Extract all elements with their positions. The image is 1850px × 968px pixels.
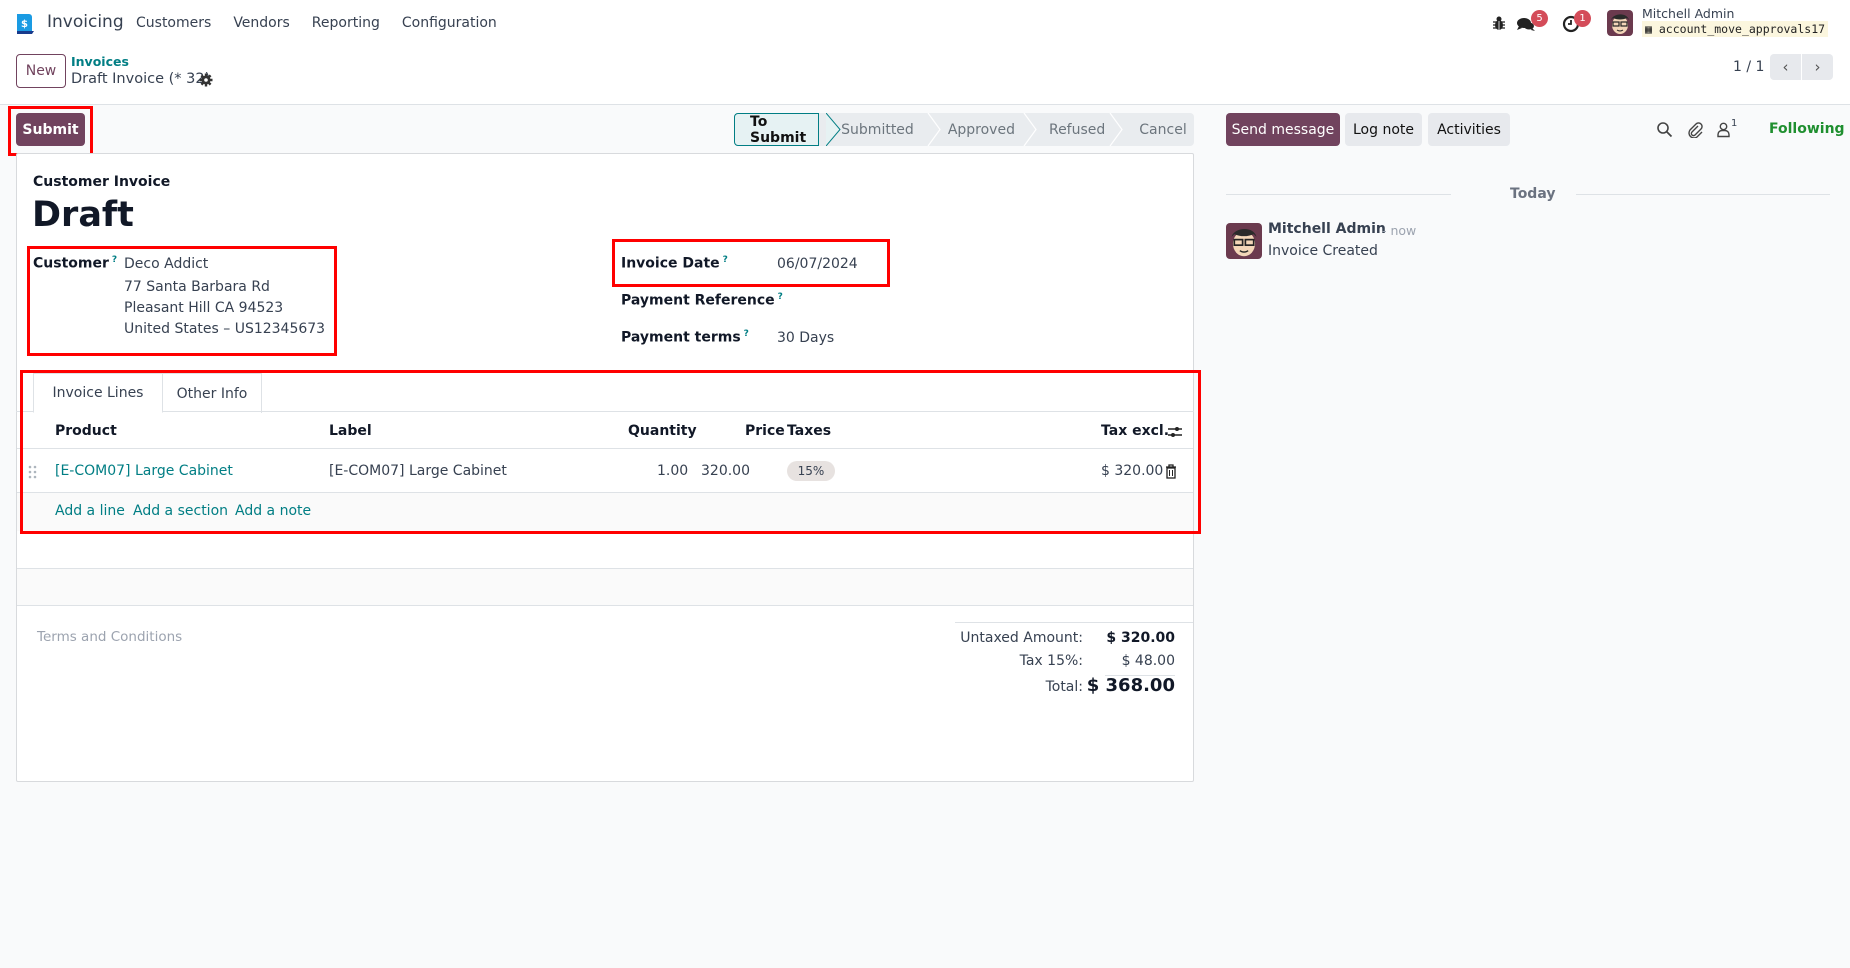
debug-bug-icon[interactable] — [1488, 12, 1510, 34]
messages-badge: 5 — [1531, 10, 1548, 27]
payment-terms-label-text: Payment terms — [621, 329, 741, 346]
tax-value: $ 48.00 — [1121, 653, 1175, 669]
gear-icon[interactable] — [199, 73, 213, 87]
stage-separators — [826, 113, 1123, 146]
chevron-right-icon: › — [1814, 58, 1821, 76]
invoice-state-title: Draft — [32, 195, 134, 235]
divider — [955, 622, 1193, 623]
tab-invoice-lines[interactable]: Invoice Lines — [33, 373, 163, 413]
user-name[interactable]: Mitchell Admin — [1642, 6, 1734, 21]
divider — [17, 448, 1193, 449]
column-tax-excl[interactable]: Tax excl. — [1101, 423, 1169, 439]
customer-label: Customer? — [33, 255, 117, 272]
customer-field[interactable]: Deco Addict — [124, 256, 208, 272]
invoice-date-field[interactable]: 06/07/2024 — [777, 256, 858, 272]
message-body: Invoice Created — [1268, 243, 1378, 259]
payment-terms-label: Payment terms? — [621, 329, 749, 346]
add-note-link[interactable]: Add a note — [235, 503, 311, 519]
optional-columns-toggle-icon[interactable] — [1167, 424, 1183, 440]
help-icon[interactable]: ? — [723, 255, 728, 265]
customer-address-line: United States – US12345673 — [124, 321, 326, 337]
log-note-button[interactable]: Log note — [1345, 113, 1422, 146]
database-name-text: account_move_approvals17 — [1658, 22, 1826, 36]
customer-address-line: Pleasant Hill CA 94523 — [124, 300, 284, 316]
following-button[interactable]: Following — [1769, 121, 1845, 137]
help-icon[interactable]: ? — [112, 255, 117, 265]
payment-reference-label-text: Payment Reference — [621, 292, 775, 309]
menu-customers[interactable]: Customers — [136, 15, 211, 31]
drag-handle-icon[interactable] — [28, 465, 38, 479]
divider — [1576, 194, 1830, 195]
untaxed-amount-label: Untaxed Amount: — [960, 630, 1083, 646]
column-quantity[interactable]: Quantity — [628, 423, 697, 439]
line-tax-badge[interactable]: 15% — [787, 461, 835, 481]
database-name: ▦ account_move_approvals17 — [1642, 21, 1829, 37]
column-price[interactable]: Price — [745, 423, 785, 439]
new-button[interactable]: New — [16, 54, 66, 88]
terms-and-conditions-field[interactable]: Terms and Conditions — [37, 629, 182, 645]
submit-button[interactable]: Submit — [16, 113, 85, 146]
payment-reference-field[interactable] — [777, 292, 1077, 312]
user-avatar[interactable] — [1607, 10, 1633, 36]
invoicing-app-icon[interactable]: $ — [15, 13, 37, 35]
followers-count: 1 — [1731, 118, 1738, 129]
column-taxes[interactable]: Taxes — [787, 423, 831, 439]
breadcrumb-invoices[interactable]: Invoices — [71, 54, 129, 69]
customer-address-line: 77 Santa Barbara Rd — [124, 279, 270, 295]
menu-configuration[interactable]: Configuration — [402, 15, 497, 31]
breadcrumb-current: Draft Invoice (* 32) — [71, 71, 211, 87]
send-message-button[interactable]: Send message — [1226, 113, 1340, 146]
activities-button[interactable]: Activities — [1428, 113, 1510, 146]
activities-badge: 1 — [1574, 10, 1591, 27]
footer-band — [17, 568, 1193, 606]
message-time: - now — [1382, 223, 1417, 238]
total-label: Total: — [1045, 679, 1083, 695]
paperclip-icon[interactable] — [1686, 121, 1703, 138]
main-menu: Customers Vendors Reporting Configuratio… — [136, 15, 497, 31]
line-quantity[interactable]: 1.00 — [657, 463, 688, 479]
untaxed-amount-value: $ 320.00 — [1106, 630, 1175, 646]
date-separator: Today — [1510, 186, 1556, 202]
column-product[interactable]: Product — [55, 423, 117, 439]
menu-reporting[interactable]: Reporting — [312, 15, 380, 31]
control-panel: New Invoices Draft Invoice (* 32) 1 / 1 … — [0, 47, 1850, 105]
line-label[interactable]: [E-COM07] Large Cabinet — [329, 463, 507, 479]
menu-vendors[interactable]: Vendors — [233, 15, 289, 31]
database-icon: ▦ — [1645, 22, 1652, 36]
total-value: $ 368.00 — [1086, 675, 1175, 696]
tax-label: Tax 15%: — [1019, 653, 1083, 669]
message-author-avatar[interactable] — [1226, 223, 1262, 259]
followers-icon[interactable] — [1715, 121, 1732, 138]
notebook-tabs: Invoice Lines Other Info — [16, 373, 1194, 413]
message-author[interactable]: Mitchell Admin — [1268, 221, 1386, 237]
pager-next-button[interactable]: › — [1802, 54, 1833, 80]
invoice-date-label: Invoice Date? — [621, 255, 728, 272]
move-type-label: Customer Invoice — [33, 174, 171, 190]
stage-label: To Submit — [750, 113, 807, 146]
tab-other-info[interactable]: Other Info — [163, 373, 262, 413]
top-navbar: $ Invoicing Customers Vendors Reporting … — [0, 0, 1850, 47]
customer-label-text: Customer — [33, 255, 109, 272]
trash-icon[interactable] — [1165, 464, 1177, 479]
stage-to-submit[interactable]: To Submit — [734, 113, 820, 146]
divider — [1226, 194, 1451, 195]
svg-text:$: $ — [21, 19, 28, 30]
add-section-link[interactable]: Add a section — [133, 503, 228, 519]
column-label[interactable]: Label — [329, 423, 372, 439]
payment-reference-label: Payment Reference? — [621, 292, 783, 309]
invoice-date-label-text: Invoice Date — [621, 255, 720, 272]
line-subtotal: $ 320.00 — [1101, 463, 1164, 479]
help-icon[interactable]: ? — [744, 329, 749, 339]
app-name[interactable]: Invoicing — [47, 12, 124, 32]
pager-value[interactable]: 1 / 1 — [1733, 59, 1764, 75]
payment-terms-field[interactable]: 30 Days — [777, 330, 834, 346]
search-icon[interactable] — [1656, 121, 1673, 138]
line-price[interactable]: 320.00 — [701, 463, 750, 479]
line-product[interactable]: [E-COM07] Large Cabinet — [55, 463, 233, 479]
add-line-link[interactable]: Add a line — [55, 503, 125, 519]
pager-previous-button[interactable]: ‹ — [1770, 54, 1801, 80]
chevron-left-icon: ‹ — [1782, 58, 1789, 76]
